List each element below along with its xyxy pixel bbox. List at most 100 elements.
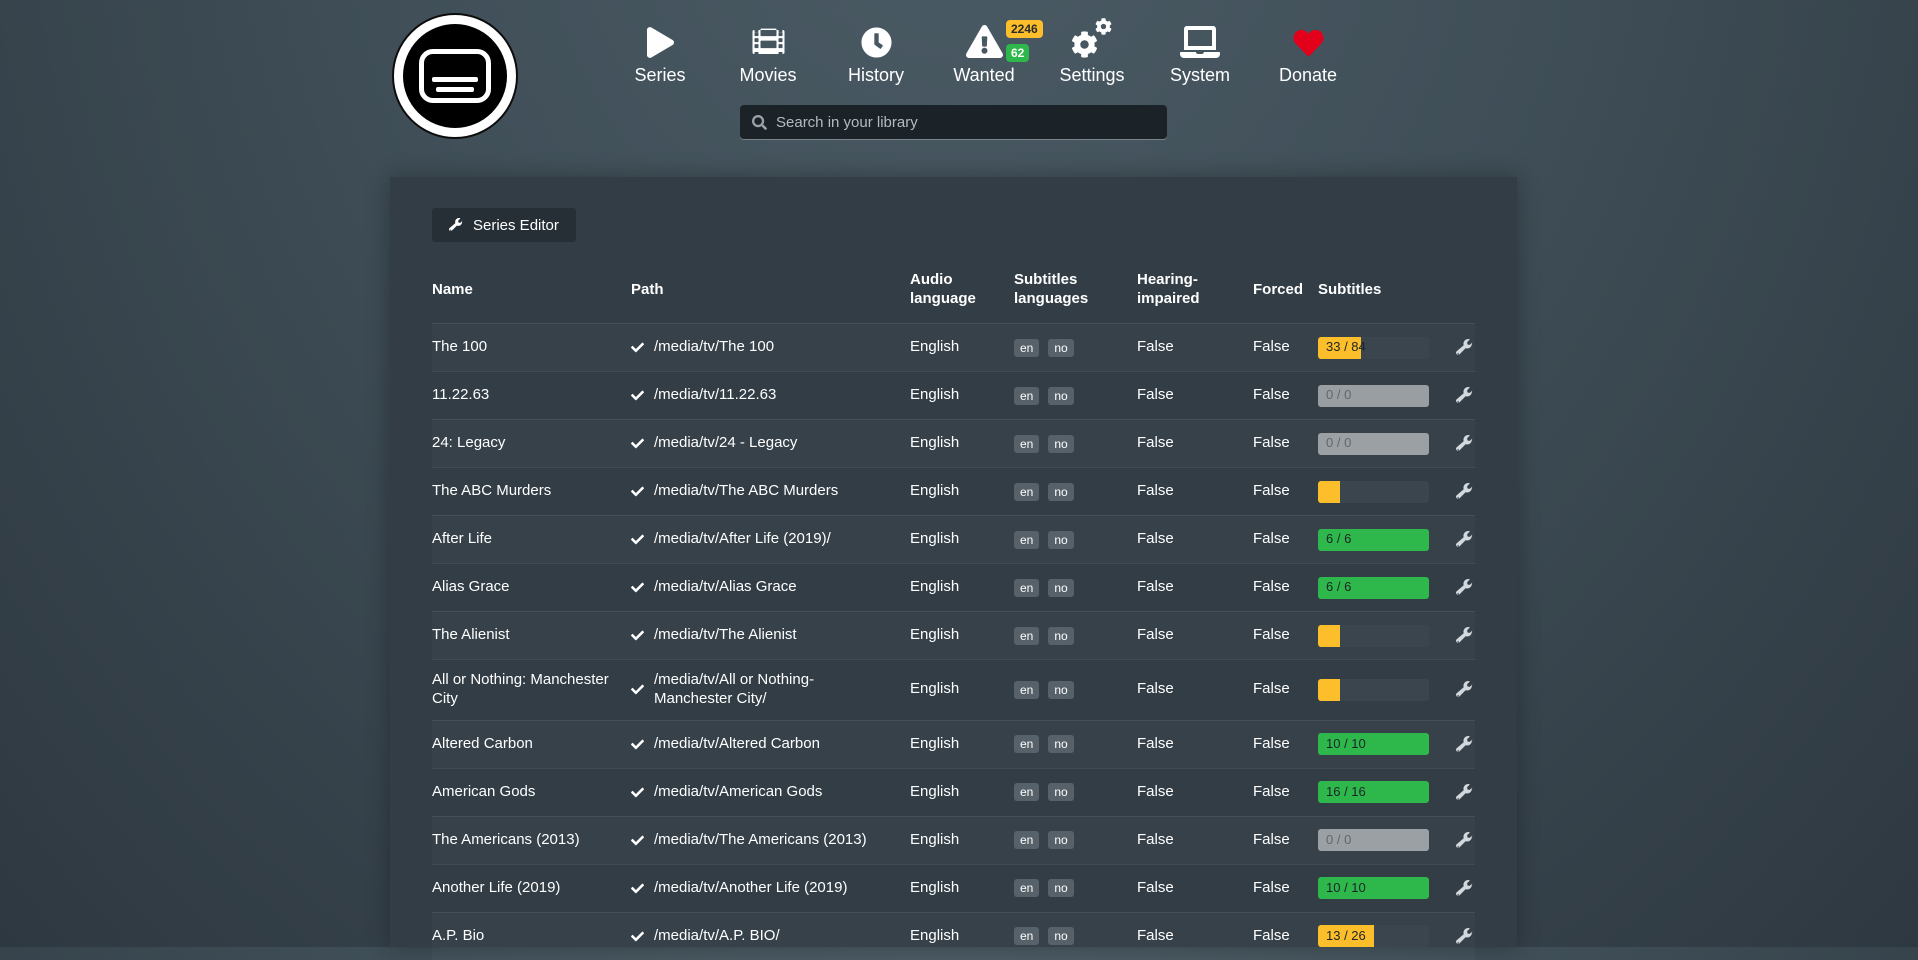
audio-language-value: English <box>910 386 1014 405</box>
series-name[interactable]: Altered Carbon <box>432 735 631 754</box>
audio-language-value: English <box>910 879 1014 898</box>
language-badge: en <box>1014 435 1039 453</box>
app-logo-inner <box>403 24 507 128</box>
language-badge: en <box>1014 339 1039 357</box>
wrench-edit-icon[interactable] <box>1456 387 1475 404</box>
audio-language-value: English <box>910 783 1014 802</box>
check-icon <box>631 389 644 402</box>
subtitles-progress-bar: 33 / 84 <box>1318 337 1429 359</box>
wrench-edit-icon[interactable] <box>1456 681 1475 698</box>
series-name[interactable]: All or Nothing: Manchester City <box>432 671 631 709</box>
series-name[interactable]: A.P. Bio <box>432 927 631 946</box>
audio-language-value: English <box>910 482 1014 501</box>
series-name[interactable]: Another Life (2019) <box>432 879 631 898</box>
wrench-edit-icon[interactable] <box>1456 928 1475 945</box>
subtitles-progress-bar: 0 / 0 <box>1318 829 1429 851</box>
nav-item-settings[interactable]: Settings <box>1038 18 1146 86</box>
subtitles-progress-label: 6 / 6 <box>1318 579 1351 595</box>
series-table: Name Path Audio language Subtitles langu… <box>432 257 1475 960</box>
series-name[interactable]: American Gods <box>432 783 631 802</box>
hearing-impaired-value: False <box>1137 831 1253 850</box>
language-badge: no <box>1048 927 1073 945</box>
audio-language-value: English <box>910 831 1014 850</box>
table-row: The 100 /media/tv/The 100 English enno F… <box>432 323 1475 371</box>
wrench-edit-icon[interactable] <box>1456 832 1475 849</box>
check-icon <box>631 738 644 751</box>
language-badge: en <box>1014 579 1039 597</box>
subtitles-progress-label: 0 / 0 <box>1318 387 1351 403</box>
subtitles-progress-bar <box>1318 679 1429 701</box>
language-badge: no <box>1048 387 1073 405</box>
table-row: All or Nothing: Manchester City /media/t… <box>432 659 1475 720</box>
series-name[interactable]: The Alienist <box>432 626 631 645</box>
series-path: /media/tv/11.22.63 <box>631 386 910 405</box>
nav-item-wanted[interactable]: Wanted 2246 62 <box>930 18 1038 86</box>
language-badge: en <box>1014 831 1039 849</box>
wrench-edit-icon[interactable] <box>1456 627 1475 644</box>
hearing-impaired-value: False <box>1137 482 1253 501</box>
nav-item-movies[interactable]: Movies <box>714 18 822 86</box>
series-name[interactable]: The 100 <box>432 338 631 357</box>
series-name[interactable]: After Life <box>432 530 631 549</box>
hearing-impaired-value: False <box>1137 530 1253 549</box>
series-name[interactable]: The Americans (2013) <box>432 831 631 850</box>
wrench-edit-icon[interactable] <box>1456 736 1475 753</box>
search-input[interactable] <box>776 114 1155 131</box>
series-path-text: /media/tv/The 100 <box>654 338 774 357</box>
forced-value: False <box>1253 783 1318 802</box>
hearing-impaired-value: False <box>1137 386 1253 405</box>
search-icon <box>752 115 776 130</box>
forced-value: False <box>1253 386 1318 405</box>
nav-item-donate[interactable]: Donate <box>1254 18 1362 86</box>
wrench-edit-icon[interactable] <box>1456 579 1475 596</box>
series-name[interactable]: 24: Legacy <box>432 434 631 453</box>
nav-item-history[interactable]: History <box>822 18 930 86</box>
subtitles-progress-label: 0 / 0 <box>1318 435 1351 451</box>
nav-item-series[interactable]: Series <box>606 18 714 86</box>
table-header: Name Path Audio language Subtitles langu… <box>432 257 1475 323</box>
subtitles-progress-label: 0 / 0 <box>1318 832 1351 848</box>
series-editor-button[interactable]: Series Editor <box>432 208 576 242</box>
forced-value: False <box>1253 626 1318 645</box>
wrench-edit-icon[interactable] <box>1456 880 1475 897</box>
series-name[interactable]: The ABC Murders <box>432 482 631 501</box>
table-row: Altered Carbon /media/tv/Altered Carbon … <box>432 720 1475 768</box>
series-path: /media/tv/Alias Grace <box>631 578 910 597</box>
language-badge: en <box>1014 927 1039 945</box>
wrench-edit-icon[interactable] <box>1456 435 1475 452</box>
wrench-edit-icon[interactable] <box>1456 483 1475 500</box>
subtitle-box-icon <box>419 49 491 103</box>
subtitles-languages-badges: enno <box>1014 927 1137 945</box>
table-row: The ABC Murders /media/tv/The ABC Murder… <box>432 467 1475 515</box>
app-logo[interactable] <box>392 13 518 139</box>
wrench-edit-icon[interactable] <box>1456 784 1475 801</box>
wrench-edit-icon[interactable] <box>1456 531 1475 548</box>
table-row: Alias Grace /media/tv/Alias Grace Englis… <box>432 563 1475 611</box>
forced-value: False <box>1253 735 1318 754</box>
series-path-text: /media/tv/Another Life (2019) <box>654 879 847 898</box>
subtitles-languages-badges: enno <box>1014 387 1137 405</box>
check-icon <box>631 581 644 594</box>
search-bar <box>740 105 1167 139</box>
subtitles-languages-badges: enno <box>1014 783 1137 801</box>
forced-value: False <box>1253 879 1318 898</box>
column-header-audio-language: Audio language <box>910 271 1014 309</box>
nav-label: System <box>1170 65 1230 86</box>
check-icon <box>631 834 644 847</box>
subtitles-languages-badges: enno <box>1014 339 1137 357</box>
column-header-path: Path <box>631 281 910 300</box>
subtitles-progress-label: 16 / 16 <box>1318 784 1366 800</box>
subtitles-progress-bar: 10 / 10 <box>1318 733 1429 755</box>
subtitles-progress-label: 13 / 26 <box>1318 928 1366 944</box>
series-name[interactable]: 11.22.63 <box>432 386 631 405</box>
series-path-text: /media/tv/Alias Grace <box>654 578 797 597</box>
series-name[interactable]: Alias Grace <box>432 578 631 597</box>
subtitles-progress-label: 10 / 10 <box>1318 736 1366 752</box>
nav-item-system[interactable]: System <box>1146 18 1254 86</box>
language-badge: no <box>1048 483 1073 501</box>
series-path-text: /media/tv/A.P. BIO/ <box>654 927 780 946</box>
language-badge: en <box>1014 483 1039 501</box>
subtitles-progress-bar: 16 / 16 <box>1318 781 1429 803</box>
table-row: 11.22.63 /media/tv/11.22.63 English enno… <box>432 371 1475 419</box>
wrench-edit-icon[interactable] <box>1456 339 1475 356</box>
